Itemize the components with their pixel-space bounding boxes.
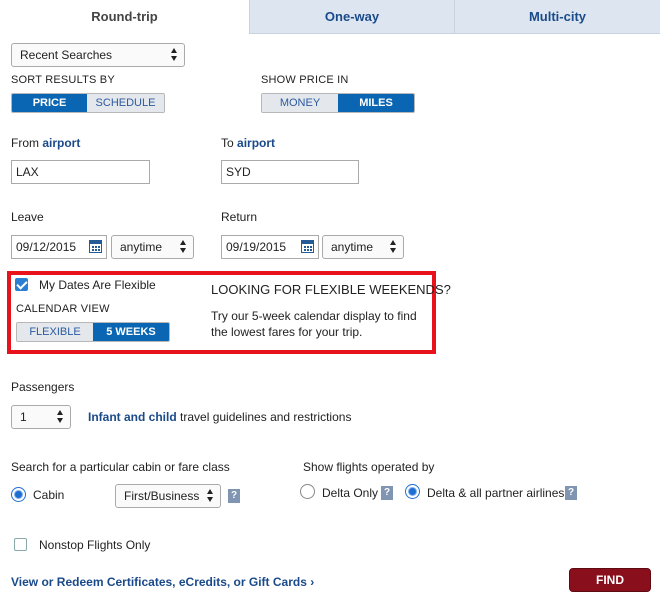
leave-date-value: 09/12/2015: [16, 240, 77, 254]
flexible-dates-checkbox[interactable]: [15, 278, 28, 291]
select-arrows-icon: [171, 48, 178, 62]
from-airport-input[interactable]: LAX: [11, 160, 150, 184]
to-airport-link[interactable]: airport: [237, 136, 275, 150]
leave-time-value: anytime: [120, 240, 163, 254]
five-weeks-button[interactable]: 5 WEEKS: [93, 323, 169, 341]
return-date-value: 09/19/2015: [226, 240, 287, 254]
passengers-select[interactable]: 1: [11, 405, 71, 429]
cabin-radio-label: Cabin: [33, 488, 65, 502]
nonstop-label: Nonstop Flights Only: [39, 538, 151, 552]
select-arrows-icon: [180, 240, 187, 254]
calendar-icon[interactable]: [89, 240, 102, 253]
from-label: From airport: [11, 136, 80, 150]
to-label-text: To: [221, 136, 234, 150]
delta-only-radio[interactable]: [300, 484, 315, 499]
leave-time-select[interactable]: anytime: [111, 235, 194, 259]
return-time-value: anytime: [331, 240, 374, 254]
cabin-select[interactable]: First/Business: [115, 484, 221, 508]
recent-searches-select[interactable]: Recent Searches: [11, 43, 185, 67]
cabin-radio[interactable]: [11, 487, 26, 502]
select-arrows-icon: [57, 410, 64, 424]
to-airport-input[interactable]: SYD: [221, 160, 359, 184]
cabin-help-icon[interactable]: ?: [228, 489, 240, 503]
leave-date-input[interactable]: 09/12/2015: [11, 235, 107, 259]
passengers-value: 1: [20, 410, 27, 424]
infant-child-link[interactable]: Infant and child: [88, 410, 177, 424]
find-flights-button[interactable]: FIND FLIGHTS: [569, 568, 651, 607]
select-arrows-icon: [207, 489, 214, 503]
leave-label: Leave: [11, 210, 44, 224]
tab-multi-city[interactable]: Multi-city: [454, 0, 660, 34]
sort-label: SORT RESULTS BY: [11, 74, 115, 86]
return-time-select[interactable]: anytime: [322, 235, 404, 259]
return-date-input[interactable]: 09/19/2015: [221, 235, 319, 259]
nonstop-checkbox[interactable]: [14, 538, 27, 551]
infant-child-text: travel guidelines and restrictions: [180, 410, 352, 424]
sort-price-button[interactable]: PRICE: [12, 94, 88, 112]
to-label: To airport: [221, 136, 275, 150]
from-airport-link[interactable]: airport: [42, 136, 80, 150]
calendar-view-label: CALENDAR VIEW: [16, 303, 110, 315]
delta-only-label: Delta Only: [322, 486, 379, 500]
sort-toggle: PRICE SCHEDULE: [11, 93, 165, 113]
tab-round-trip[interactable]: Round-trip: [0, 0, 249, 34]
price-money-button[interactable]: MONEY: [262, 94, 338, 112]
return-label: Return: [221, 210, 258, 224]
price-in-toggle: MONEY MILES: [261, 93, 415, 113]
sort-schedule-button[interactable]: SCHEDULE: [87, 94, 164, 112]
flexible-promo-line-1: Try our 5-week calendar display to find: [211, 309, 417, 323]
cabin-value: First/Business: [124, 489, 200, 503]
flexible-dates-label: My Dates Are Flexible: [39, 278, 156, 292]
recent-searches-value: Recent Searches: [20, 48, 113, 62]
flexible-promo-line-2: the lowest fares for your trip.: [211, 325, 363, 339]
delta-partners-label: Delta & all partner airlines: [427, 486, 565, 500]
flexible-days-button[interactable]: FLEXIBLE DAYS: [17, 323, 93, 341]
price-in-label: SHOW PRICE IN: [261, 74, 349, 86]
flexible-promo-title: LOOKING FOR FLEXIBLE WEEKENDS?: [211, 282, 451, 297]
delta-partners-radio[interactable]: [405, 484, 420, 499]
calendar-view-toggle: FLEXIBLE DAYS 5 WEEKS: [16, 322, 170, 342]
calendar-icon[interactable]: [301, 240, 314, 253]
certificates-link[interactable]: View or Redeem Certificates, eCredits, o…: [11, 575, 314, 589]
select-arrows-icon: [390, 240, 397, 254]
delta-only-help-icon[interactable]: ?: [381, 486, 393, 500]
infant-child-info: Infant and child travel guidelines and r…: [88, 410, 351, 424]
operated-by-label: Show flights operated by: [303, 460, 435, 474]
trip-type-tabs: Round-trip One-way Multi-city: [0, 0, 660, 34]
cabin-section-label: Search for a particular cabin or fare cl…: [11, 460, 230, 474]
from-label-text: From: [11, 136, 39, 150]
passengers-label: Passengers: [11, 380, 75, 394]
delta-partners-help-icon[interactable]: ?: [565, 486, 577, 500]
price-miles-button[interactable]: MILES: [338, 94, 414, 112]
tab-one-way[interactable]: One-way: [249, 0, 454, 34]
